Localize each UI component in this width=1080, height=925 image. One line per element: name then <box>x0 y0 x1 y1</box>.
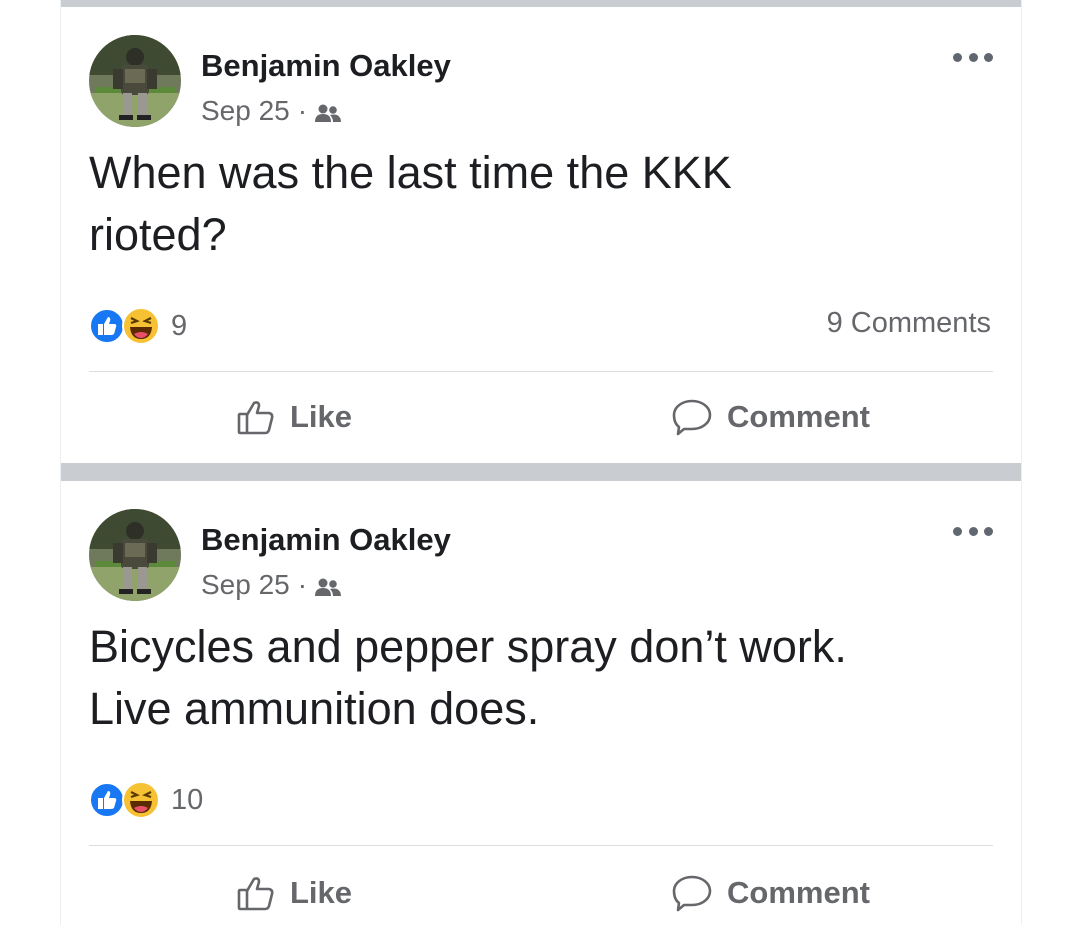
divider <box>89 371 993 372</box>
comment-button[interactable]: Comment <box>671 395 870 439</box>
more-options-icon[interactable] <box>953 47 993 67</box>
friends-icon <box>315 100 342 122</box>
like-label: Like <box>290 399 353 434</box>
reactions-summary[interactable]: 9 <box>89 305 187 347</box>
post-text: Bicycles and pepper spray don’t work. Li… <box>89 616 989 740</box>
comment-label: Comment <box>727 399 870 434</box>
like-icon <box>237 401 274 435</box>
more-options-icon[interactable] <box>953 521 993 541</box>
avatar[interactable] <box>89 35 181 127</box>
news-feed: Benjamin Oakley Sep 25 · When was the la… <box>60 0 1022 925</box>
post-meta: Sep 25 · <box>201 569 342 601</box>
like-reaction-icon <box>89 308 125 344</box>
avatar[interactable] <box>89 509 181 601</box>
like-icon <box>237 877 274 911</box>
post-text: When was the last time the KKK rioted? <box>89 142 989 266</box>
comment-icon <box>672 399 712 436</box>
meta-separator: · <box>297 95 308 126</box>
post-date[interactable]: Sep 25 <box>201 569 290 601</box>
like-button[interactable]: Like <box>236 871 352 915</box>
haha-reaction-icon <box>122 307 160 345</box>
feed-separator <box>61 463 1021 481</box>
post-text-line: Live ammunition does. <box>89 683 540 734</box>
like-button[interactable]: Like <box>236 395 352 439</box>
comment-label: Comment <box>727 875 870 910</box>
like-reaction-icon <box>89 782 125 818</box>
friends-icon <box>315 574 342 596</box>
post-text-line: When was the last time the KKK <box>89 147 732 198</box>
post-text-line: rioted? <box>89 209 227 260</box>
meta-separator: · <box>297 569 308 600</box>
author-name[interactable]: Benjamin Oakley <box>201 522 451 558</box>
comments-count-link[interactable]: 9 Comments <box>827 307 991 340</box>
reactions-summary[interactable]: 10 <box>89 779 203 821</box>
reaction-count: 9 <box>171 309 188 342</box>
post-text-line: Bicycles and pepper spray don’t work. <box>89 621 847 672</box>
post-card: Benjamin Oakley Sep 25 · Bicycles and pe… <box>61 481 1021 925</box>
post-date[interactable]: Sep 25 <box>201 95 290 127</box>
post-meta: Sep 25 · <box>201 95 342 127</box>
reaction-count: 10 <box>171 783 204 816</box>
feed-separator <box>61 0 1021 7</box>
comment-icon <box>672 875 712 912</box>
author-name[interactable]: Benjamin Oakley <box>201 48 451 84</box>
like-label: Like <box>290 875 353 910</box>
comment-button[interactable]: Comment <box>671 871 870 915</box>
haha-reaction-icon <box>122 781 160 819</box>
divider <box>89 845 993 846</box>
post-card: Benjamin Oakley Sep 25 · When was the la… <box>61 7 1021 463</box>
